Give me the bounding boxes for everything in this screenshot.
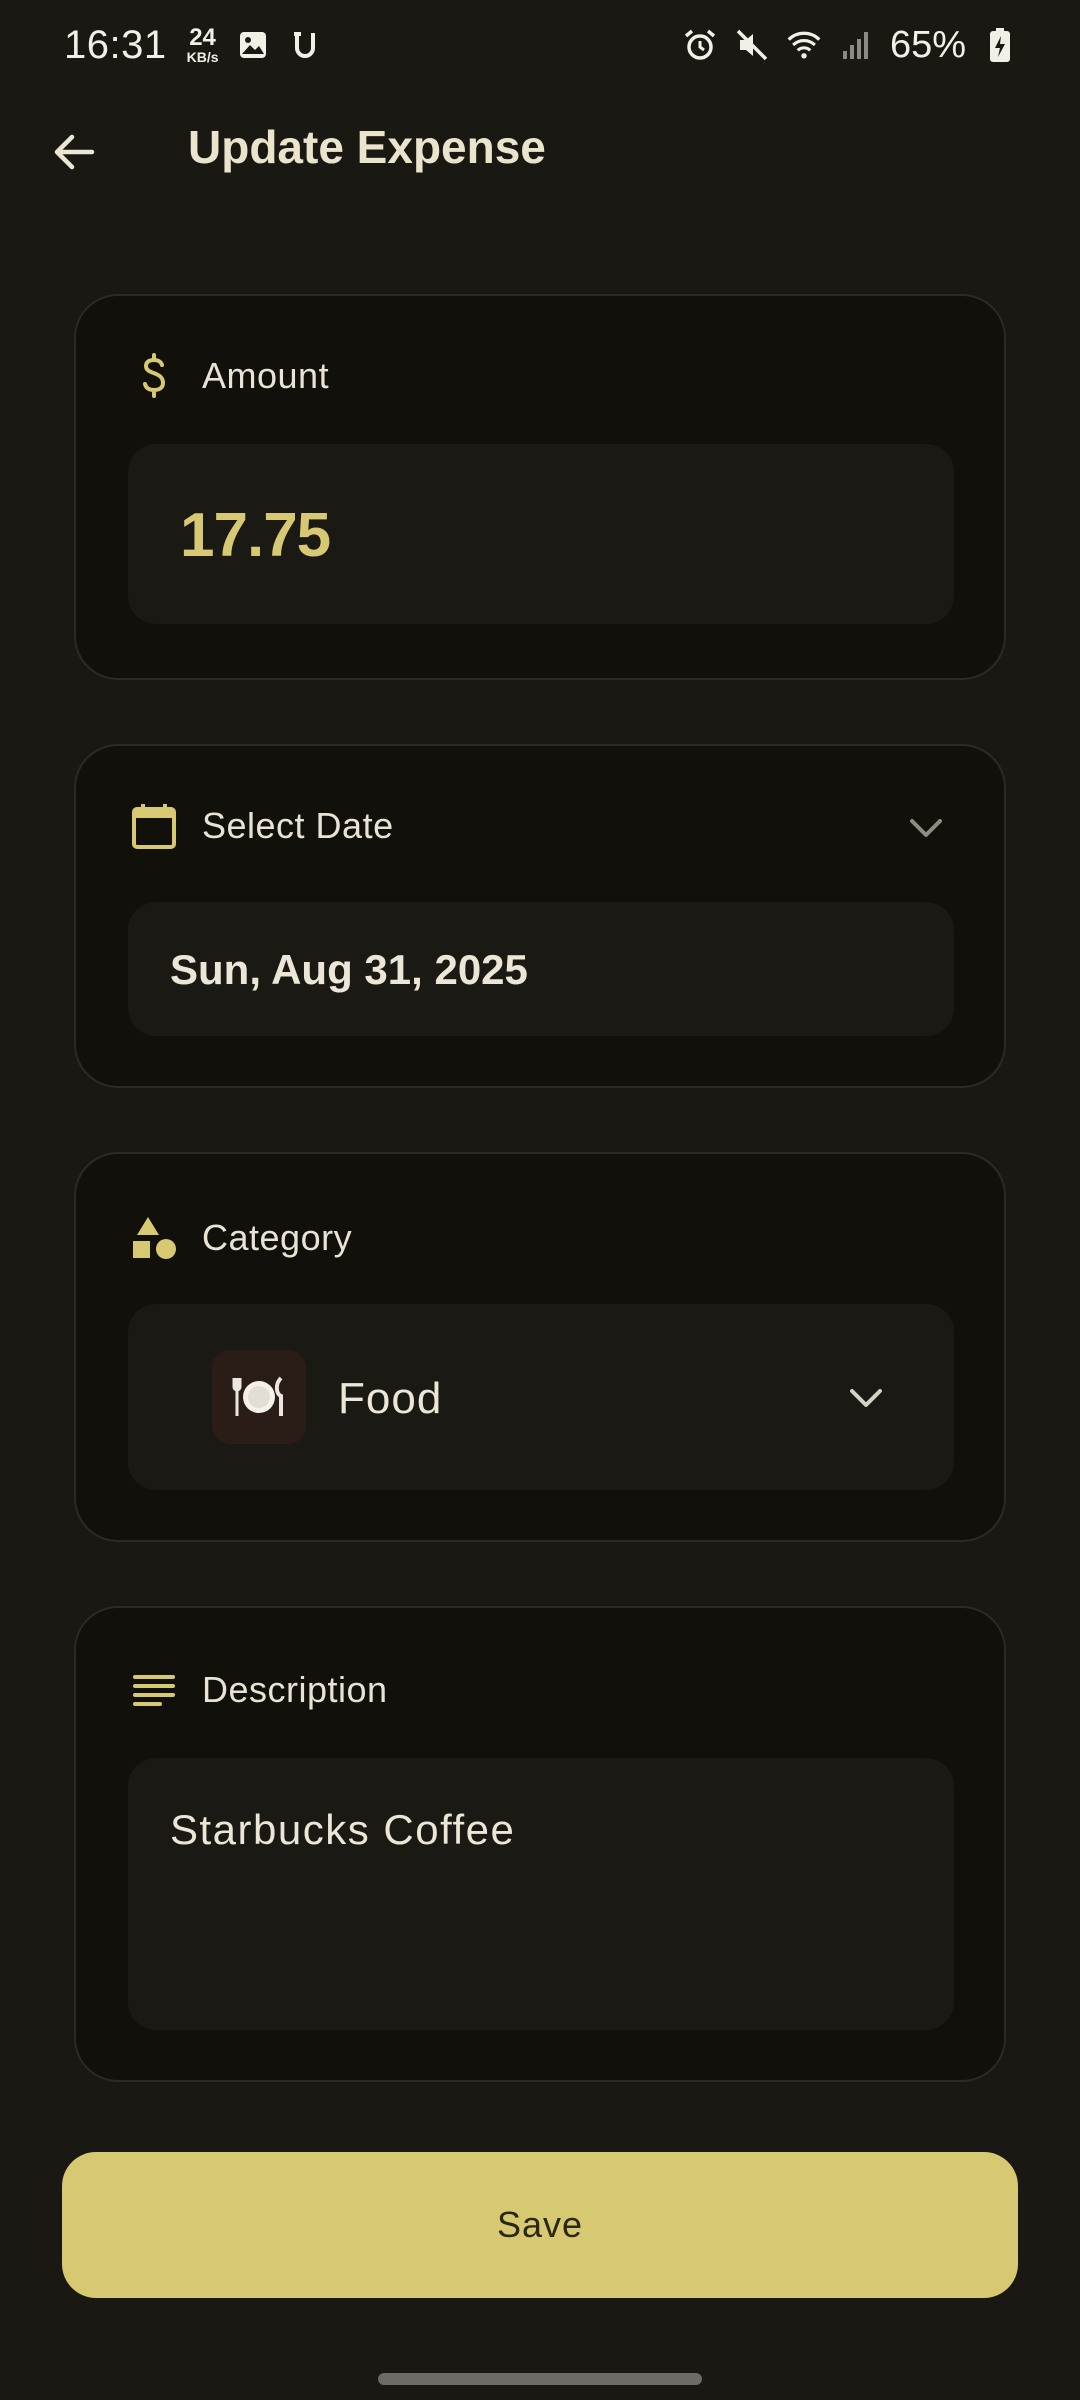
network-speed: 24 KB/s [186, 24, 219, 65]
arrow-left-icon [54, 134, 95, 170]
screen: 16:31 24 KB/s 65% Update Expense Amount … [0, 0, 1080, 2400]
alarm-icon [682, 27, 718, 63]
page-title: Update Expense [188, 121, 546, 173]
status-left: 16:31 24 KB/s [64, 23, 323, 68]
notes-lines-icon [130, 1666, 178, 1714]
date-label: Select Date [202, 805, 394, 846]
dollar-icon [130, 352, 178, 400]
signal-icon [838, 27, 874, 63]
category-dropdown[interactable]: Food [128, 1304, 954, 1490]
date-card: Select Date Sun, Aug 31, 2025 [74, 744, 1006, 1088]
amount-input[interactable]: 17.75 [128, 444, 954, 624]
plate-cutlery-icon [232, 1376, 283, 1416]
description-label: Description [202, 1669, 388, 1710]
top-app-bar: Update Expense [0, 100, 1080, 200]
shapes-icon [130, 1214, 178, 1262]
date-dropdown-chevron-icon[interactable] [904, 806, 948, 850]
wifi-icon [786, 27, 822, 63]
mute-icon [734, 27, 770, 63]
battery-percent: 65% [889, 23, 966, 66]
calendar-icon [130, 802, 178, 850]
category-header: Category [130, 1210, 352, 1266]
date-header: Select Date [130, 798, 394, 854]
home-indicator[interactable] [378, 2373, 702, 2385]
description-card: Description Starbucks Coffee [74, 1606, 1006, 2082]
save-button[interactable]: Save [62, 2152, 1018, 2298]
category-card: Category Food [74, 1152, 1006, 1542]
u-app-icon [287, 27, 323, 63]
network-speed-unit: KB/s [186, 49, 219, 65]
gallery-icon [235, 27, 271, 63]
amount-label: Amount [202, 355, 330, 396]
date-value: Sun, Aug 31, 2025 [170, 946, 528, 993]
status-bar: 16:31 24 KB/s 65% [0, 0, 1080, 90]
description-value: Starbucks Coffee [170, 1806, 516, 1853]
save-label: Save [496, 2204, 584, 2245]
category-selected-label: Food [338, 1374, 443, 1423]
amount-header: Amount [130, 348, 329, 404]
date-field[interactable]: Sun, Aug 31, 2025 [128, 902, 954, 1036]
status-time: 16:31 [64, 22, 167, 67]
chevron-down-icon [844, 1376, 888, 1420]
amount-value: 17.75 [180, 501, 331, 570]
amount-card: Amount 17.75 [74, 294, 1006, 680]
battery-charging-icon [982, 27, 1018, 63]
category-label: Category [202, 1217, 353, 1258]
description-header: Description [130, 1662, 388, 1718]
back-button[interactable] [40, 118, 108, 186]
status-right: 65% [682, 24, 1018, 67]
network-speed-value: 24 [189, 24, 216, 51]
category-icon-box [212, 1350, 306, 1444]
description-input[interactable]: Starbucks Coffee [128, 1758, 954, 2030]
